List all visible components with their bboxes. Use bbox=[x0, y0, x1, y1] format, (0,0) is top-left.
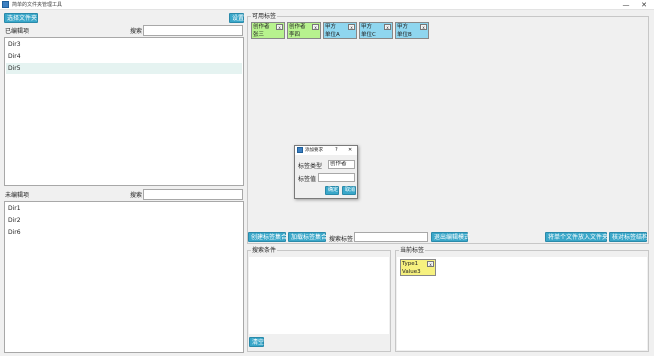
indexed-list-item[interactable]: Dir4 bbox=[6, 51, 242, 62]
dialog-close-button[interactable]: ✕ bbox=[348, 147, 352, 153]
unindexed-list-item[interactable]: Dir6 bbox=[6, 227, 242, 238]
current-tags-area: Type1 Value3 x bbox=[397, 257, 647, 350]
dialog-app-icon bbox=[297, 147, 303, 153]
unindexed-list-item[interactable]: Dir1 bbox=[6, 203, 242, 214]
tag-type: Type1 bbox=[402, 261, 419, 267]
indexed-list-item[interactable]: Dir5 bbox=[6, 63, 242, 74]
add-tag-dialog: 添加要求 ? ✕ 标签类型 创作者 标签值 确定 取消 bbox=[294, 145, 358, 199]
dialog-help-button[interactable]: ? bbox=[335, 147, 338, 153]
dialog-cancel-button[interactable]: 取消 bbox=[342, 186, 356, 195]
unindexed-search-label: 搜索 bbox=[130, 192, 143, 199]
tag-value: 张三 bbox=[253, 32, 265, 38]
indexed-label: 已编辑项 bbox=[5, 28, 30, 35]
tag-type: 甲方 bbox=[361, 24, 373, 30]
search-conditions-title: 搜索条件 bbox=[251, 246, 278, 255]
tag-chip[interactable]: Type1 Value3 x bbox=[400, 259, 436, 276]
search-conditions-area[interactable] bbox=[249, 257, 389, 334]
tag-chip[interactable]: 甲方单位B x bbox=[395, 22, 429, 39]
tag-value: 单位B bbox=[397, 32, 412, 38]
unindexed-search-input[interactable] bbox=[143, 189, 243, 200]
check-tag-structure-button[interactable]: 核对标签结构 bbox=[609, 232, 648, 242]
tag-type: 甲方 bbox=[397, 24, 409, 30]
tag-close-icon[interactable]: x bbox=[348, 24, 355, 30]
tag-close-icon[interactable]: x bbox=[276, 24, 283, 30]
clear-button[interactable]: 清空 bbox=[249, 337, 264, 347]
dialog-value-label: 标签值 bbox=[298, 176, 317, 183]
unindexed-list[interactable]: Dir1 Dir2 Dir6 bbox=[4, 201, 244, 353]
tag-value: Value3 bbox=[402, 269, 421, 275]
tag-type: 创作者 bbox=[289, 24, 306, 30]
tag-type: 甲方 bbox=[325, 24, 337, 30]
tag-close-icon[interactable]: x bbox=[384, 24, 391, 30]
available-tags-title: 可用标签 bbox=[251, 12, 278, 21]
tag-value: 单位C bbox=[361, 32, 376, 38]
indexed-list-item[interactable]: Dir3 bbox=[6, 39, 242, 50]
indexed-search-input[interactable] bbox=[143, 25, 243, 36]
unindexed-label: 未编辑项 bbox=[5, 192, 30, 199]
search-conditions-group: 搜索条件 清空 bbox=[247, 246, 391, 352]
add-file-to-folder-button[interactable]: 将单个文件放入文件夹 bbox=[545, 232, 608, 242]
tag-close-icon[interactable]: x bbox=[420, 24, 427, 30]
title-bar: 简单的文件夹管理工具 — ✕ bbox=[0, 0, 654, 10]
tag-value: 李四 bbox=[289, 32, 301, 38]
unindexed-list-item[interactable]: Dir2 bbox=[6, 215, 242, 226]
close-button[interactable]: ✕ bbox=[636, 0, 652, 10]
minimize-button[interactable]: — bbox=[618, 0, 634, 10]
dialog-type-label: 标签类型 bbox=[298, 163, 323, 170]
dialog-ok-button[interactable]: 确定 bbox=[325, 186, 339, 195]
dialog-type-input[interactable]: 创作者 bbox=[328, 160, 355, 169]
load-tag-set-button[interactable]: 加载标签集合 bbox=[288, 232, 327, 242]
window-title: 简单的文件夹管理工具 bbox=[12, 2, 63, 8]
tag-chip[interactable]: 创作者李四 x bbox=[287, 22, 321, 39]
create-tag-set-button[interactable]: 创建标签集合 bbox=[248, 232, 287, 242]
tag-close-icon[interactable]: x bbox=[312, 24, 319, 30]
tag-chip[interactable]: 甲方单位A x bbox=[323, 22, 357, 39]
available-tags-group: 可用标签 创作者 张三 x 创作者 李四 x 甲方 单位A x 甲方 单位C x 甲方 单位B x bbox=[247, 12, 649, 244]
tag-value: 单位A bbox=[325, 32, 340, 38]
tag-type: 创作者 bbox=[253, 24, 270, 30]
tag-chip[interactable]: 甲方单位C x bbox=[359, 22, 393, 39]
tag-search-label: 搜索标签 bbox=[329, 236, 354, 243]
dialog-title: 添加要求 bbox=[305, 148, 323, 153]
tag-chip[interactable]: 创作者张三 x bbox=[251, 22, 285, 39]
tag-search-input[interactable] bbox=[354, 232, 428, 242]
settings-button[interactable]: 设置 bbox=[229, 13, 244, 23]
current-tags-group: 当前标签 Type1 Value3 x bbox=[395, 246, 649, 352]
dialog-titlebar: 添加要求 ? ✕ bbox=[295, 146, 357, 155]
app-icon bbox=[2, 1, 9, 8]
indexed-list[interactable]: Dir3 Dir4 Dir5 bbox=[4, 37, 244, 186]
dialog-value-input[interactable] bbox=[318, 173, 355, 182]
current-tags-title: 当前标签 bbox=[399, 246, 426, 255]
tag-close-icon[interactable]: x bbox=[427, 261, 434, 267]
exit-edit-mode-button[interactable]: 退出编辑模式 bbox=[431, 232, 470, 242]
indexed-search-label: 搜索 bbox=[130, 28, 143, 35]
select-folder-button[interactable]: 选择文件夹 bbox=[4, 13, 38, 23]
